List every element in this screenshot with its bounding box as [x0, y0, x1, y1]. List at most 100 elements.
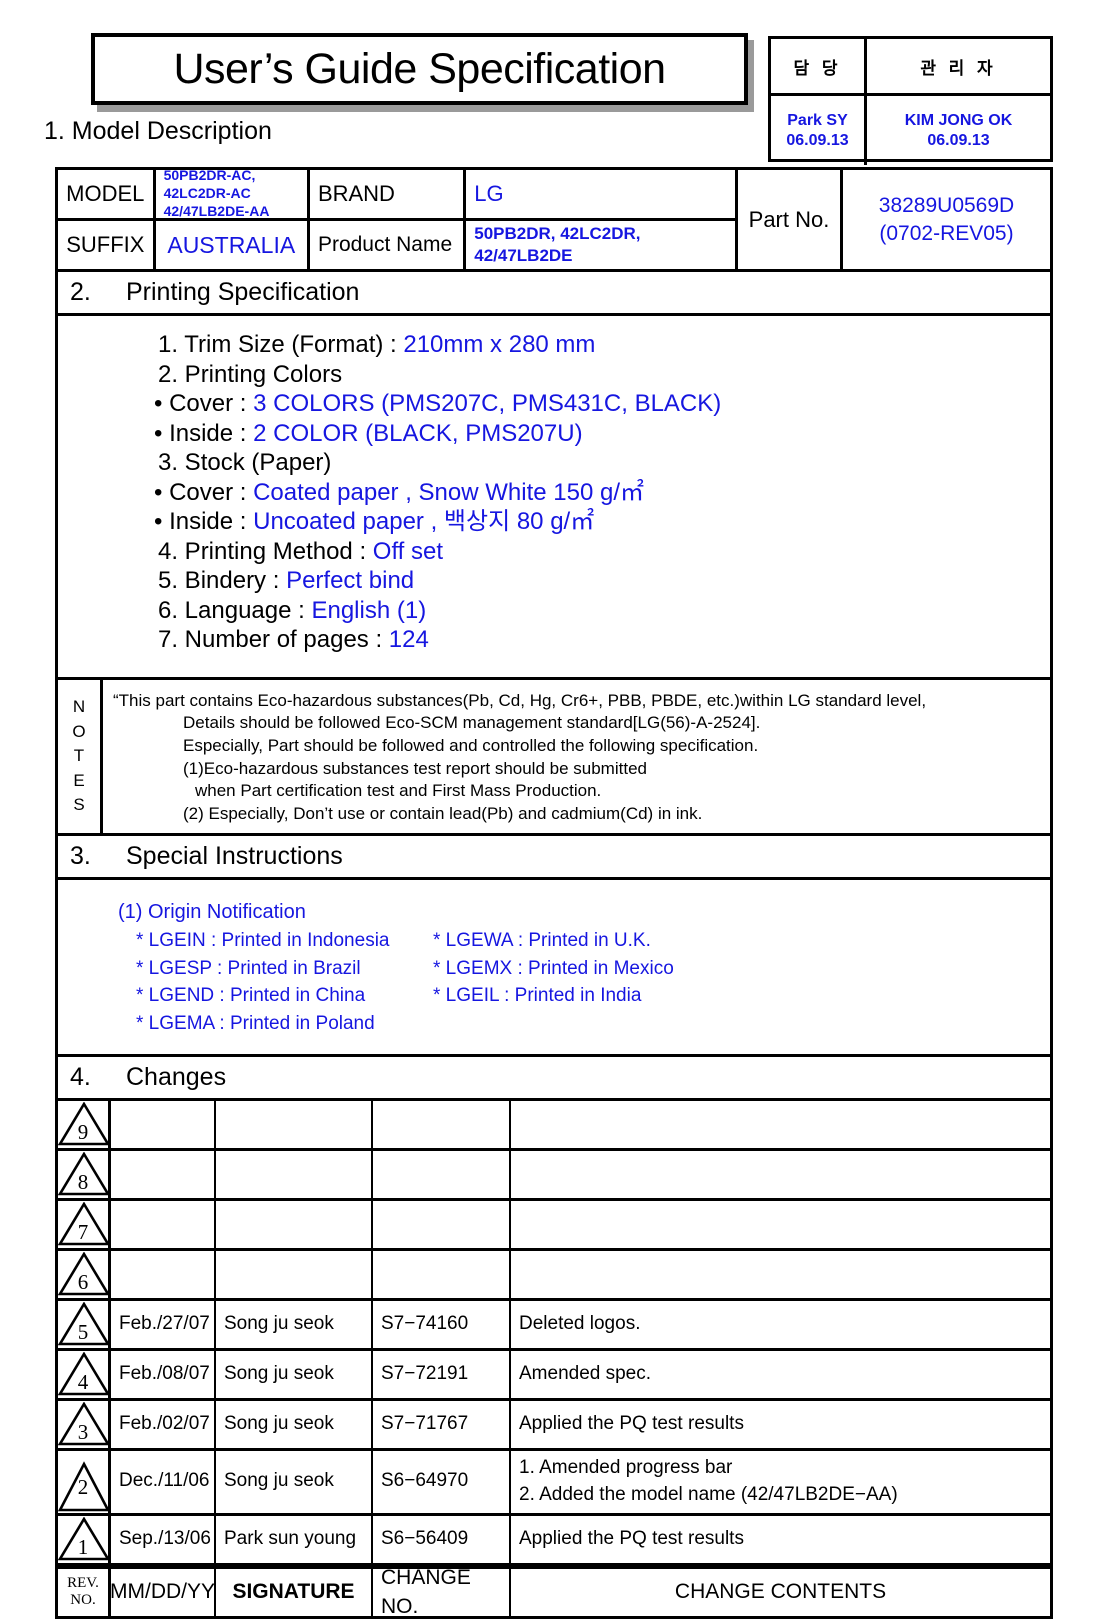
section-4-heading: Changes	[126, 1062, 227, 1091]
spec-label: • Cover :	[154, 478, 254, 506]
revision-marker: 7	[58, 1200, 111, 1248]
spec-line: 7. Number of pages : 124	[106, 625, 1050, 655]
notes-label-letter: S	[73, 795, 85, 815]
change-signature: Park sun young	[216, 1515, 373, 1563]
triangle-icon: 1	[58, 1517, 110, 1561]
origin-right: * LGEWA : Printed in U.K.	[433, 930, 651, 952]
notes-label-letter: O	[72, 721, 86, 741]
revision-number: 7	[77, 1220, 89, 1245]
note-line: Details should be followed Eco-SCM manag…	[183, 713, 761, 733]
spec-label: 2. Printing Colors	[158, 360, 343, 388]
change-number: S6−56409	[373, 1515, 511, 1563]
change-contents-line: 1. Amended progress bar	[519, 1456, 733, 1478]
spec-line: 2. Printing Colors	[106, 360, 1050, 390]
triangle-icon: 9	[58, 1102, 110, 1146]
notes-label-letter: E	[73, 770, 85, 790]
change-date	[111, 1200, 216, 1248]
table-row: 2 Dec./11/06 Song ju seok S6−64970 1. Am…	[58, 1450, 1050, 1516]
approval-col2-date: 06.09.13	[927, 131, 990, 149]
section-1-heading: 1. Model Description	[44, 117, 272, 145]
spec-label: 5. Bindery :	[158, 567, 287, 595]
table-row: 8	[58, 1150, 1050, 1201]
change-date	[111, 1150, 216, 1198]
triangle-icon: 5	[58, 1302, 110, 1346]
change-date: Feb./08/07	[111, 1350, 216, 1398]
change-contents: Amended spec.	[519, 1362, 652, 1384]
spec-label: • Inside :	[154, 508, 254, 536]
triangle-icon: 7	[58, 1202, 110, 1246]
revision-number: 3	[77, 1420, 89, 1445]
approval-col1-signature-cell: Park SY 06.09.13	[771, 96, 867, 165]
change-signature: Song ju seok	[216, 1300, 373, 1348]
table-row: 5 Feb./27/07 Song ju seok S7−74160 Delet…	[58, 1300, 1050, 1351]
approval-col2-header-cell: 관 리 자	[867, 39, 1050, 93]
model-value-cell: 50PB2DR-AC, 42LC2DR-AC 42/47LB2DE-AA	[156, 167, 310, 219]
model-value-line: 42/47LB2DE-AA	[163, 202, 270, 219]
approval-col2-header: 관 리 자	[920, 58, 997, 78]
revision-marker: 5	[58, 1300, 111, 1348]
section-2-number: 2.	[70, 278, 91, 306]
note-line: “This part contains Eco-hazardous substa…	[113, 690, 927, 710]
revision-no-header-line1: REV.	[67, 1574, 99, 1591]
approval-col1-date: 06.09.13	[786, 131, 849, 149]
origin-row: * LGESP : Printed in Brazil * LGEMX : Pr…	[136, 955, 1050, 983]
change-number: S7−72191	[373, 1350, 511, 1398]
revision-marker: 6	[58, 1250, 111, 1298]
revision-number: 1	[77, 1535, 89, 1560]
origin-right: * LGEIL : Printed in India	[433, 985, 642, 1007]
spec-value: Coated paper , Snow White 150 g/㎡	[253, 478, 644, 506]
model-label: MODEL	[58, 170, 156, 218]
spec-label: 7. Number of pages :	[158, 626, 389, 654]
spec-value: 210mm x 280 mm	[403, 331, 596, 358]
note-line: (2) Especially, Don’t use or contain lea…	[183, 803, 703, 823]
table-row: 3 Feb./02/07 Song ju seok S7−71767 Appli…	[58, 1400, 1050, 1451]
revision-marker: 2	[58, 1450, 111, 1513]
notes-label-letter: T	[73, 746, 85, 766]
change-contents: Applied the PQ test results	[519, 1527, 744, 1549]
product-name-label: Product Name	[310, 221, 467, 269]
brand-value: LG	[474, 181, 504, 206]
change-date	[111, 1100, 216, 1148]
notes-block: N O T E S “This part contains Eco-hazard…	[58, 679, 1050, 837]
origin-notification-title: (1) Origin Notification	[118, 901, 306, 924]
spec-line: 1. Trim Size (Format) : 210mm x 280 mm	[106, 330, 1050, 360]
origin-left: * LGEND : Printed in China	[136, 985, 366, 1007]
change-date: Feb./02/07	[111, 1400, 216, 1448]
triangle-icon: 6	[58, 1252, 110, 1296]
revision-number: 6	[77, 1270, 89, 1295]
notes-label: N O T E S	[58, 679, 103, 834]
change-signature	[216, 1100, 373, 1148]
revision-marker: 1	[58, 1515, 111, 1563]
part-no-value-cell: 38289U0569D (0702-REV05)	[843, 170, 1050, 269]
change-no-column-header: CHANGE NO.	[373, 1566, 511, 1618]
change-signature	[216, 1150, 373, 1198]
spec-label: • Inside :	[154, 419, 254, 447]
change-number	[373, 1250, 511, 1298]
part-no-label: Part No.	[738, 170, 843, 269]
revision-number: 2	[77, 1474, 89, 1499]
part-no-line: (0702-REV05)	[879, 221, 1014, 245]
spec-line: • Cover : 3 COLORS (PMS207C, PMS431C, BL…	[106, 389, 1050, 419]
change-date: Feb./27/07	[111, 1300, 216, 1348]
spec-line: • Inside : 2 COLOR (BLACK, PMS207U)	[106, 419, 1050, 449]
change-contents	[511, 1101, 1050, 1148]
note-line: Especially, Part should be followed and …	[183, 735, 759, 755]
change-contents: Applied the PQ test results	[519, 1412, 744, 1434]
change-number: S7−74160	[373, 1300, 511, 1348]
spec-label: 6. Language :	[158, 596, 312, 624]
change-contents	[511, 1201, 1050, 1248]
model-value-line: 42LC2DR-AC	[163, 185, 251, 202]
model-row: MODEL 50PB2DR-AC, 42LC2DR-AC 42/47LB2DE-…	[58, 167, 735, 221]
changes-table: 9 8 7 6 5 Feb./27/07 Song ju seok S7−741…	[58, 1100, 1050, 1618]
spec-line: • Inside : Uncoated paper , 백상지 80 g/㎡	[106, 507, 1050, 537]
spec-value: 3 COLORS (PMS207C, PMS431C, BLACK)	[253, 390, 722, 418]
triangle-icon: 8	[58, 1152, 110, 1196]
origin-list: * LGEIN : Printed in Indonesia * LGEWA :…	[136, 927, 1050, 1037]
spec-value: English (1)	[311, 596, 427, 624]
approval-signature-row: Park SY 06.09.13 KIM JONG OK 06.09.13	[771, 96, 1050, 165]
change-number: S7−71767	[373, 1400, 511, 1448]
changes-table-header-row: REV. NO. MM/DD/YY SIGNATURE CHANGE NO. C…	[58, 1565, 1050, 1618]
revision-number: 4	[77, 1370, 89, 1395]
change-date: Dec./11/06	[111, 1450, 216, 1513]
spec-label: • Cover :	[154, 390, 254, 418]
